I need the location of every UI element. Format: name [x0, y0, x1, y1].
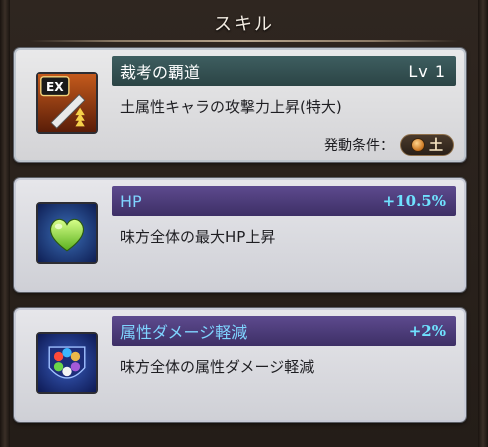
- support-bonus: +10.5%: [382, 192, 446, 210]
- support-description: 味方全体の最大HP上昇: [120, 228, 276, 246]
- skill-title-bar: 裁考の覇道 Lv 1: [112, 56, 456, 86]
- skill-card-ex[interactable]: EX 裁考の覇道 Lv 1 土属性キャラの攻撃力上昇(特大) 発動条件： 土: [14, 48, 466, 162]
- condition-label: 発動条件：: [324, 138, 394, 154]
- header-divider: [30, 40, 458, 42]
- support-description: 味方全体の属性ダメージ軽減: [120, 358, 315, 376]
- support-title-bar: 属性ダメージ軽減 +2%: [112, 316, 456, 346]
- support-name: HP: [120, 191, 142, 211]
- support-bonus: +2%: [408, 322, 446, 340]
- activation-condition: 発動条件： 土: [324, 134, 454, 156]
- element-orbs-icon: [36, 332, 98, 394]
- skill-name: 裁考の覇道: [120, 63, 201, 82]
- header-title: スキル: [214, 14, 274, 35]
- support-card-hp[interactable]: HP +10.5% 味方全体の最大HP上昇: [14, 178, 466, 292]
- support-title-bar: HP +10.5%: [112, 186, 456, 216]
- skill-level: Lv 1: [408, 61, 446, 81]
- left-frame: [0, 0, 10, 447]
- support-card-element-reduction[interactable]: 属性ダメージ軽減 +2% 味方全体の属性ダメージ軽減: [14, 308, 466, 422]
- skill-description: 土属性キャラの攻撃力上昇(特大): [120, 98, 342, 116]
- support-name: 属性ダメージ軽減: [120, 323, 248, 342]
- condition-element-badge: 土: [400, 134, 454, 156]
- svg-text:EX: EX: [46, 80, 64, 94]
- panel-header: スキル: [0, 0, 488, 46]
- condition-element-text: 土: [429, 138, 443, 154]
- earth-element-icon: [411, 138, 425, 152]
- ex-sword-icon: EX: [36, 72, 98, 134]
- heart-icon: [36, 202, 98, 264]
- right-frame: [478, 0, 488, 447]
